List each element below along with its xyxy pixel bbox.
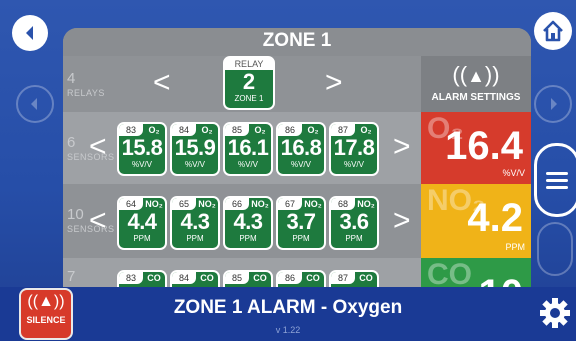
reading-unit: %V/V — [502, 168, 525, 178]
zone-reading-oxygen[interactable]: O₂ 16.4 %V/V — [421, 112, 531, 184]
sensor-gas: CO — [253, 273, 267, 283]
sensor-value: 17.8 — [333, 135, 375, 160]
sensor-row-oxygen: 6 SENSORS < 83 O₂ 15.8 %V/V 84 O₂ 15.9 %V/… — [63, 112, 531, 184]
relay-tile-zone: ZONE 1 — [234, 94, 264, 103]
sensor-tile[interactable]: 86 O₂ 16.8 %V/V — [276, 122, 326, 176]
sensors-prev-button[interactable]: < — [89, 206, 107, 236]
sensor-value: 3.7 — [286, 209, 316, 234]
home-button[interactable] — [534, 12, 572, 50]
gear-icon[interactable] — [538, 296, 572, 330]
sensor-gas: CO — [147, 273, 161, 283]
sensor-row-count-value: 6 — [67, 134, 76, 151]
sensor-tile[interactable]: 64 NO₂ 4.4 PPM — [117, 196, 167, 250]
sensor-unit: PPM — [133, 234, 151, 243]
sensor-value: 16.1 — [227, 135, 269, 160]
previous-zone-button[interactable] — [16, 85, 54, 123]
sensor-tile[interactable]: 83 O₂ 15.8 %V/V — [117, 122, 167, 176]
sensor-tile[interactable]: 67 NO₂ 3.7 PPM — [276, 196, 326, 250]
sensor-row-count: 7 — [67, 268, 76, 285]
sensor-value: 15.9 — [174, 135, 216, 160]
sensor-value: 16.8 — [280, 135, 322, 160]
sensor-row-no2: 10 SENSORS < 64 NO₂ 4.4 PPM 65 NO₂ 4.3 PPM… — [63, 184, 531, 258]
sensor-id: 85 — [225, 272, 249, 284]
sensor-tile[interactable]: 87 O₂ 17.8 %V/V — [329, 122, 379, 176]
back-button[interactable] — [12, 15, 48, 51]
sensor-id: 83 — [119, 272, 143, 284]
sensor-unit: %V/V — [131, 160, 152, 169]
alarm-message: ZONE 1 ALARM - Oxygen — [173, 297, 403, 318]
reading-value: 16.4 — [445, 124, 523, 168]
chevron-left-icon — [26, 26, 33, 40]
sensor-id: 84 — [172, 272, 196, 284]
sensor-gas: CO — [200, 273, 214, 283]
sensor-unit: %V/V — [343, 160, 364, 169]
hamburger-icon — [546, 168, 568, 193]
sensor-unit: PPM — [345, 234, 363, 243]
sensor-tile[interactable]: 84 O₂ 15.9 %V/V — [170, 122, 220, 176]
page-title: ZONE 1 — [63, 28, 531, 54]
sensor-row-count-value: 10 — [67, 206, 84, 223]
alarm-bell-icon: ((▲)) — [452, 62, 500, 87]
sensor-id: 87 — [331, 272, 355, 284]
sensor-row-count-value: 7 — [67, 268, 76, 285]
sensor-value: 3.6 — [339, 209, 369, 234]
relays-count: 4 RELAYS — [67, 70, 105, 100]
sensor-value: 4.4 — [127, 209, 157, 234]
sensor-tile[interactable]: 68 NO₂ 3.6 PPM — [329, 196, 379, 250]
reading-unit: PPM — [505, 242, 525, 252]
scroll-down-button[interactable] — [537, 222, 573, 276]
alarm-settings-button[interactable]: ((▲)) ALARM SETTINGS — [421, 56, 531, 112]
sensor-unit: %V/V — [237, 160, 258, 169]
sensor-unit: PPM — [186, 234, 204, 243]
sensor-value: 15.8 — [121, 135, 163, 160]
sensor-unit: %V/V — [290, 160, 311, 169]
sensor-tile[interactable]: 65 NO₂ 4.3 PPM — [170, 196, 220, 250]
version-label: v 1.22 — [275, 325, 301, 335]
next-zone-button[interactable] — [534, 85, 572, 123]
chevron-left-icon — [31, 98, 37, 110]
relay-tile[interactable]: RELAY 2 ZONE 1 — [223, 56, 275, 110]
home-icon — [543, 20, 563, 42]
sensor-tile[interactable]: 85 O₂ 16.1 %V/V — [223, 122, 273, 176]
sensors-next-button[interactable]: > — [393, 132, 411, 162]
sensors-prev-button[interactable]: < — [89, 132, 107, 162]
relays-next-button[interactable]: > — [325, 68, 343, 98]
sensor-gas: CO — [306, 273, 320, 283]
zone-reading-no2[interactable]: NO₂ 4.2 PPM — [421, 184, 531, 258]
reading-value: 4.2 — [467, 196, 523, 240]
sensor-unit: PPM — [239, 234, 257, 243]
sensor-unit: PPM — [292, 234, 310, 243]
alarm-settings-label: ALARM SETTINGS — [431, 92, 521, 103]
sensor-unit: %V/V — [184, 160, 205, 169]
relays-count-value: 4 — [67, 70, 76, 87]
relays-prev-button[interactable]: < — [153, 68, 171, 98]
sensor-tile[interactable]: 66 NO₂ 4.3 PPM — [223, 196, 273, 250]
menu-button[interactable] — [534, 143, 576, 217]
relays-row: 4 RELAYS < RELAY 2 ZONE 1 > ((▲)) ALARM … — [63, 56, 531, 112]
zone-panel: ZONE 1 4 RELAYS < RELAY 2 ZONE 1 > ((▲))… — [63, 28, 531, 293]
sensor-id: 86 — [278, 272, 302, 284]
sensor-value: 4.3 — [180, 209, 210, 234]
relays-label: RELAYS — [67, 88, 105, 98]
sensors-next-button[interactable]: > — [393, 206, 411, 236]
chevron-right-icon — [551, 98, 557, 110]
relay-tile-number: 2 — [242, 69, 256, 94]
sensor-gas: CO — [359, 273, 373, 283]
sensor-value: 4.3 — [233, 209, 263, 234]
